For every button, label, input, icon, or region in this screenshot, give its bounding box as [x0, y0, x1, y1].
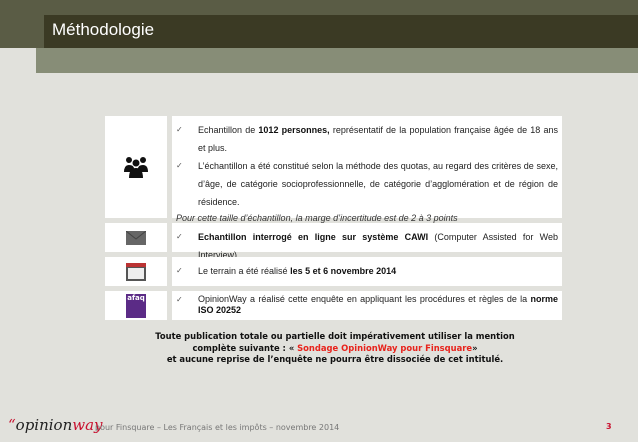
list-item: ✓ OpinionWay a réalisé cette enquête en a… — [176, 294, 558, 316]
check-icon: ✓ — [176, 125, 183, 134]
iso-norm: ✓ OpinionWay a réalisé cette enquête en a… — [172, 291, 562, 320]
people-icon-cell — [105, 116, 167, 218]
collection-method: ✓ Echantillon interrogé en ligne sur syst… — [172, 223, 562, 260]
page-title: Méthodologie — [44, 15, 638, 48]
text: OpinionWay a réalisé cette enquête en ap… — [198, 294, 531, 304]
mention-text: Sondage OpinionWay pour Finsquare — [297, 342, 473, 353]
fieldwork-dates: ✓ Le terrain a été réalisé les 5 et 6 nov… — [172, 257, 562, 286]
opinionway-logo: “opinionway — [8, 416, 103, 434]
list-item: ✓ L’échantillon a été constitué selon la … — [176, 157, 558, 211]
logo-quote: “ — [8, 416, 16, 434]
envelope-icon-cell — [105, 223, 167, 252]
page-number: 3 — [606, 422, 612, 431]
notice-line: complète suivante : « Sondage OpinionWay… — [110, 343, 560, 355]
text: L’échantillon a été constitué selon la m… — [198, 161, 558, 207]
bold-text: Echantillon interrogé en ligne sur systè… — [198, 232, 429, 242]
logo-text: opinion — [15, 416, 73, 434]
text: complète suivante : « — [192, 342, 298, 353]
bold-text: les 5 et 6 novembre 2014 — [290, 266, 397, 276]
notice-line: et aucune reprise de l’enquête ne pourra… — [166, 354, 504, 364]
text: Echantillon de — [198, 125, 259, 135]
check-icon: ✓ — [176, 295, 183, 304]
calendar-icon — [126, 262, 146, 281]
list-item: ✓ Echantillon de 1012 personnes, représen… — [176, 121, 558, 157]
footer-caption: pour Finsquare – Les Français et les imp… — [95, 423, 340, 432]
afaq-certification-logo: afaq — [126, 293, 146, 318]
bold-text: 1012 personnes, — [258, 125, 330, 135]
list-item: ✓ Le terrain a été réalisé les 5 et 6 nov… — [176, 262, 558, 280]
header-subband — [36, 48, 638, 73]
envelope-icon — [126, 230, 146, 245]
publication-notice: Toute publication totale ou partielle do… — [110, 331, 560, 366]
calendar-icon-cell — [105, 257, 167, 286]
text: Le terrain a été réalisé — [198, 266, 291, 276]
sample-description: ✓ Echantillon de 1012 personnes, représen… — [172, 116, 562, 223]
check-icon: ✓ — [176, 266, 183, 275]
afaq-logo-cell: afaq — [105, 291, 167, 320]
check-icon: ✓ — [176, 161, 183, 170]
people-icon — [124, 157, 148, 178]
text: » — [472, 342, 478, 353]
notice-line: Toute publication totale ou partielle do… — [155, 331, 515, 341]
